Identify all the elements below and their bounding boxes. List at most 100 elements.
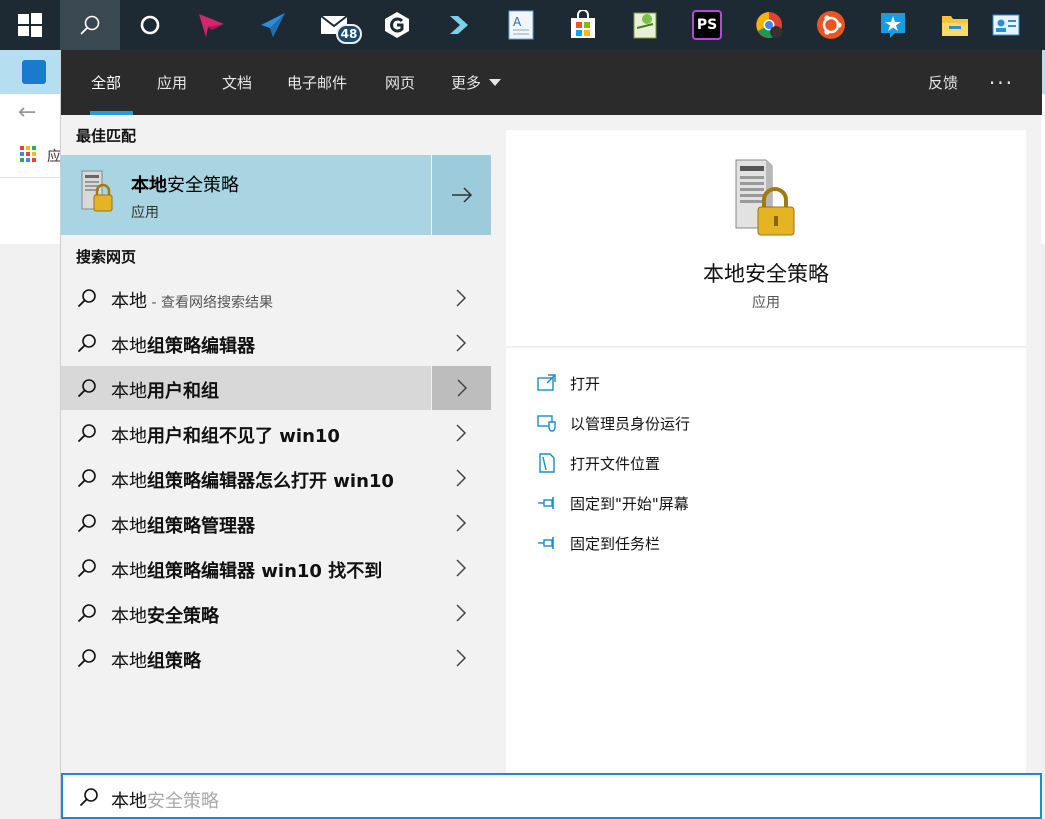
suggestion-text: 本地组策略编辑器 xyxy=(111,332,255,358)
tab-documents[interactable]: 文档 xyxy=(222,50,252,115)
web-suggestion-item[interactable]: 本地组策略编辑器 xyxy=(61,321,491,365)
taskbar-app-mail[interactable]: 48 xyxy=(304,0,366,50)
search-box[interactable]: 本地安全策略 xyxy=(61,773,1042,819)
taskbar: 48 A PS xyxy=(0,0,1045,50)
ubuntu-icon xyxy=(817,11,845,39)
back-arrow-icon[interactable]: ← xyxy=(18,100,36,125)
tab-more[interactable]: 更多 xyxy=(451,50,502,115)
suggestion-expand-button[interactable] xyxy=(431,636,491,680)
taskbar-app-terminal[interactable] xyxy=(428,0,490,50)
results-list: 最佳匹配 本地安全策略 应用 搜索网页 本地 - 查看网络搜索结果 本地组策略编… xyxy=(61,115,491,773)
suggestion-expand-button[interactable] xyxy=(431,456,491,500)
phpstorm-icon: PS xyxy=(692,10,722,40)
taskbar-app-notepad-plus[interactable] xyxy=(614,0,676,50)
web-suggestion-item[interactable]: 本地安全策略 xyxy=(61,591,491,635)
suggestion-text: 本地组策略管理器 xyxy=(111,512,255,538)
taskbar-app-paperplane-pink[interactable] xyxy=(180,0,242,50)
chevron-right-icon xyxy=(456,604,467,622)
suggestion-expand-button[interactable] xyxy=(431,321,491,365)
suggestion-text: 本地安全策略 xyxy=(111,602,219,628)
action-pin-to-taskbar[interactable]: 固定到任务栏 xyxy=(536,531,660,555)
tab-label: 文档 xyxy=(222,74,253,92)
chevron-right-icon xyxy=(456,559,467,577)
suggestion-prefix: 本地 xyxy=(111,381,147,402)
preview-title: 本地安全策略 xyxy=(703,262,829,286)
best-match-heading: 最佳匹配 xyxy=(76,127,137,145)
web-suggestion-item[interactable]: 本地用户和组不见了 win10 xyxy=(61,411,491,455)
chevron-right-icon xyxy=(456,514,467,532)
taskbar-app-ubuntu[interactable] xyxy=(800,0,862,50)
suggestion-expand-button[interactable] xyxy=(431,546,491,590)
contact-card-icon xyxy=(992,14,1020,36)
apps-grid-icon[interactable] xyxy=(20,146,36,162)
taskbar-app-star-chat[interactable] xyxy=(862,0,924,50)
suggestion-bold: 用户和组不见了 win10 xyxy=(147,426,340,447)
suggestion-prefix: 本地 xyxy=(111,651,147,672)
tab-label: 全部 xyxy=(91,74,122,92)
bookmark-label[interactable]: 应 xyxy=(47,146,61,166)
web-suggestion-item[interactable]: 本地组策略编辑器 win10 找不到 xyxy=(61,546,491,590)
taskbar-app-explorer[interactable] xyxy=(924,0,986,50)
chevron-arrow-icon xyxy=(450,16,468,34)
suggestion-expand-button[interactable] xyxy=(431,591,491,635)
suggestion-prefix: 本地 xyxy=(111,606,147,627)
tab-apps[interactable]: 应用 xyxy=(157,50,187,115)
taskbar-app-chrome[interactable] xyxy=(738,0,800,50)
pin-icon xyxy=(536,532,558,554)
store-bag-icon xyxy=(571,10,595,38)
chevron-right-icon xyxy=(456,289,467,307)
search-input[interactable]: 本地安全策略 xyxy=(111,787,219,813)
chrome-icon xyxy=(756,12,782,38)
action-pin-to-start[interactable]: 固定到"开始"屏幕 xyxy=(536,491,689,515)
search-taskbar-button[interactable] xyxy=(60,0,120,50)
taskbar-app-phpstorm[interactable]: PS xyxy=(676,0,738,50)
action-open[interactable]: 打开 xyxy=(536,371,600,395)
action-label: 打开 xyxy=(570,374,601,393)
file-location-icon xyxy=(536,452,558,474)
folder-icon xyxy=(942,16,968,36)
suggestion-bold: 组策略 xyxy=(147,651,201,672)
divider xyxy=(506,346,1026,348)
web-suggestion-item[interactable]: 本地组策略编辑器怎么打开 win10 xyxy=(61,456,491,500)
suggestion-expand-button[interactable] xyxy=(431,411,491,455)
taskbar-app-store[interactable] xyxy=(552,0,614,50)
search-scope-tabs: 全部 应用 文档 电子邮件 网页 更多 反馈 ··· xyxy=(61,50,1042,115)
tab-all[interactable]: 全部 xyxy=(90,50,134,115)
suggestion-expand-button[interactable] xyxy=(431,276,491,320)
feedback-button[interactable]: 反馈 xyxy=(928,50,958,115)
search-icon xyxy=(77,604,96,623)
taskbar-app-contact[interactable] xyxy=(986,0,1026,50)
more-options-button[interactable]: ··· xyxy=(989,50,1014,115)
suggestion-text: 本地组策略编辑器怎么打开 win10 xyxy=(111,467,394,493)
suggestion-bold: 组策略管理器 xyxy=(147,516,255,537)
taskbar-app-paperplane-blue[interactable] xyxy=(242,0,304,50)
action-label: 固定到任务栏 xyxy=(570,534,661,553)
suggestion-text: 本地用户和组 xyxy=(111,377,219,403)
suggestion-prefix: 本地 xyxy=(111,426,147,447)
notepad-icon xyxy=(633,12,657,39)
search-icon xyxy=(77,649,96,668)
suggestion-expand-button[interactable] xyxy=(431,501,491,545)
search-icon xyxy=(77,514,96,533)
cortana-button[interactable] xyxy=(120,0,180,50)
suggestion-prefix: 本地 xyxy=(111,516,147,537)
start-button[interactable] xyxy=(0,0,60,50)
matched-text: 本地 xyxy=(131,175,167,196)
web-suggestion-item[interactable]: 本地组策略管理器 xyxy=(61,501,491,545)
action-run-as-admin[interactable]: 以管理员身份运行 xyxy=(536,411,690,435)
best-match-item[interactable]: 本地安全策略 应用 xyxy=(61,155,491,235)
web-suggestion-item[interactable]: 本地用户和组 xyxy=(61,366,491,410)
suggestion-expand-button[interactable] xyxy=(431,366,491,410)
suggestion-bold: 组策略编辑器 xyxy=(147,336,255,357)
tab-email[interactable]: 电子邮件 xyxy=(287,50,347,115)
action-open-file-location[interactable]: 打开文件位置 xyxy=(536,451,660,475)
chevron-right-icon xyxy=(456,424,467,442)
web-suggestion-item[interactable]: 本地组策略 xyxy=(61,636,491,680)
suggestion-hint: - 查看网络搜索结果 xyxy=(147,295,273,311)
tab-web[interactable]: 网页 xyxy=(385,50,415,115)
best-match-main[interactable]: 本地安全策略 应用 xyxy=(61,155,430,235)
taskbar-app-g[interactable] xyxy=(366,0,428,50)
best-match-expand-button[interactable] xyxy=(431,155,491,235)
taskbar-app-wordpad[interactable]: A xyxy=(490,0,552,50)
web-suggestion-item[interactable]: 本地 - 查看网络搜索结果 xyxy=(61,276,491,320)
